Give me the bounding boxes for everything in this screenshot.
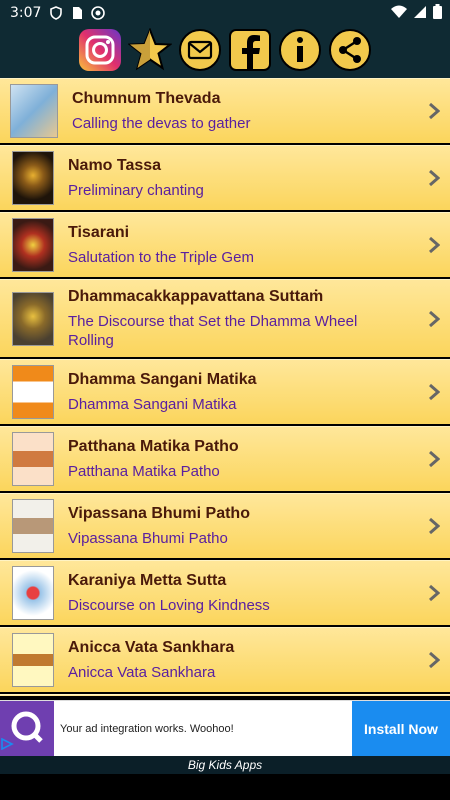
install-now-button[interactable]: Install Now [352,701,450,757]
item-subtitle: Preliminary chanting [68,181,204,199]
chevron-right-icon [428,236,441,259]
thumbnail-image [12,291,54,346]
share-toolbar [0,26,450,78]
chevron-right-icon [428,651,441,674]
thumbnail-image [12,365,54,419]
thumbnail-image [12,633,54,687]
item-title: Anicca Vata Sankhara [68,638,235,656]
item-title: Namo Tassa [68,156,162,174]
item-title: Vipassana Bhumi Patho [68,504,250,522]
info-button[interactable] [278,28,322,77]
ad-banner[interactable]: Your ad integration works. Woohoo! Insta… [0,700,450,757]
star-rate-icon [127,26,173,77]
list-item[interactable]: Vipassana Bhumi Patho Vipassana Bhumi Pa… [0,493,450,560]
info-icon [278,28,322,77]
status-bar: 3:07 [0,0,450,26]
status-time: 3:07 [10,5,42,21]
share-button[interactable] [328,28,372,77]
item-subtitle: Anicca Vata Sankhara [68,663,216,681]
instagram-icon [78,28,122,77]
sim-icon [71,6,83,20]
item-title: Dhamma Sangani Matika [68,370,257,388]
facebook-icon [228,28,272,77]
chevron-right-icon [428,169,441,192]
battery-icon [433,3,442,23]
item-subtitle: Salutation to the Triple Gem [68,248,254,266]
item-title: Dhammacakkappavattana Suttaṁ [68,287,324,305]
signal-icon [413,4,427,23]
thumbnail-image [12,566,54,620]
instagram-button[interactable] [78,28,122,77]
mail-icon [178,28,222,77]
list-item[interactable]: Dhammacakkappavattana Suttaṁ The Discour… [0,279,450,359]
system-nav-bar [0,774,450,800]
list-item[interactable]: Namo Tassa Preliminary chanting [0,145,450,212]
shield-icon [49,6,63,20]
thumbnail-image [12,151,54,205]
list-item[interactable]: Karaniya Metta Sutta Discourse on Loving… [0,560,450,627]
thumbnail-image [12,432,54,486]
chevron-right-icon [428,584,441,607]
wifi-icon [391,4,407,23]
search-q-icon [9,709,45,750]
chevron-right-icon [428,310,441,333]
item-title: Chumnum Thevada [72,89,221,107]
thumbnail-image [10,84,58,138]
chevron-right-icon [428,450,441,473]
item-subtitle: Vipassana Bhumi Patho [68,529,228,547]
item-subtitle: Dhamma Sangani Matika [68,395,237,413]
list-item[interactable]: Anicca Vata Sankhara Anicca Vata Sankhar… [0,627,450,694]
chant-list[interactable]: Chumnum Thevada Calling the devas to gat… [0,78,450,696]
item-subtitle: Calling the devas to gather [72,114,251,132]
list-item[interactable]: Patthana Matika Patho Patthana Matika Pa… [0,426,450,493]
list-item[interactable]: Dhamma Sangani Matika Dhamma Sangani Mat… [0,359,450,426]
list-item[interactable]: Tisarani Salutation to the Triple Gem [0,212,450,279]
item-subtitle: Discourse on Loving Kindness [68,596,270,614]
chevron-right-icon [428,102,441,125]
ad-text: Your ad integration works. Woohoo! [60,723,234,735]
list-item[interactable]: Chumnum Thevada Calling the devas to gat… [0,78,450,145]
email-button[interactable] [178,28,222,77]
share-icon [328,28,372,77]
adchoices-icon[interactable] [0,737,14,755]
item-title: Tisarani [68,223,130,241]
item-title: Patthana Matika Patho [68,437,239,455]
item-subtitle: The Discourse that Set the Dhamma Wheel … [68,312,358,349]
rate-button[interactable] [127,26,173,77]
footer-credit: Big Kids Apps [0,756,450,774]
thumbnail-image [12,499,54,553]
notification-icon [91,6,106,20]
chevron-right-icon [428,383,441,406]
item-subtitle: Patthana Matika Patho [68,462,220,480]
thumbnail-image [12,218,54,272]
chevron-right-icon [428,517,441,540]
list-item-partial[interactable] [0,694,450,696]
item-title: Karaniya Metta Sutta [68,571,227,589]
facebook-button[interactable] [228,28,272,77]
